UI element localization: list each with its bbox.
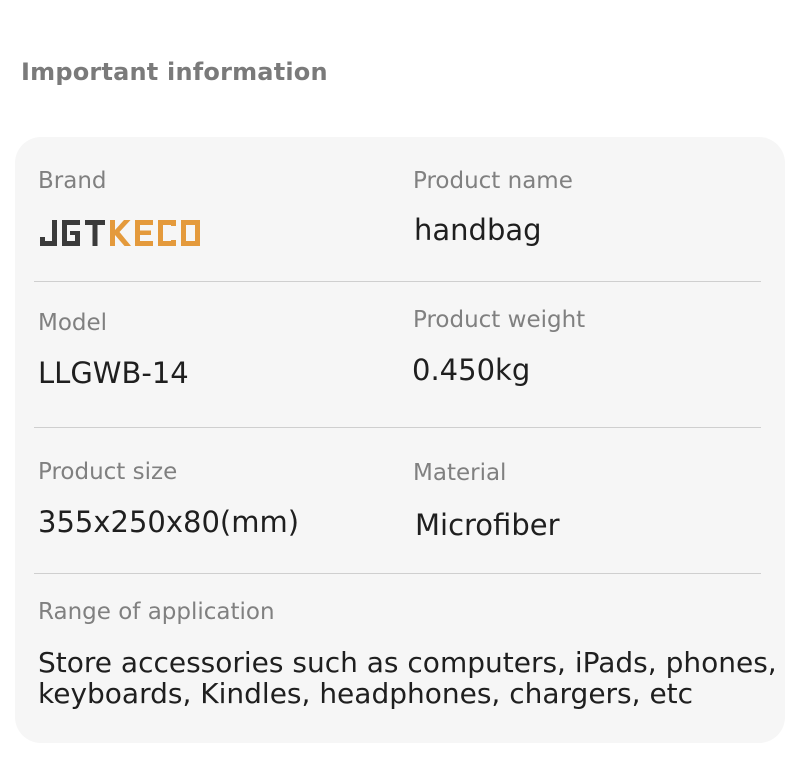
- product-weight-value: 0.450kg: [412, 353, 531, 387]
- model-label: Model: [38, 310, 108, 336]
- product-size-value: 355x250x80(mm): [38, 505, 300, 539]
- row-divider-2: [34, 427, 761, 428]
- model-value: LLGWB-14: [38, 356, 189, 390]
- page-heading: Important information: [21, 58, 328, 86]
- brand-label: Brand: [38, 168, 107, 194]
- product-size-label: Product size: [38, 459, 178, 485]
- row-divider-1: [34, 281, 761, 282]
- material-label: Material: [413, 460, 507, 486]
- range-of-application-label: Range of application: [38, 599, 275, 625]
- range-of-application-value: Store accessories such as computers, iPa…: [38, 646, 777, 710]
- product-name-label: Product name: [413, 168, 573, 194]
- product-weight-label: Product weight: [413, 307, 586, 333]
- product-name-value: handbag: [414, 213, 542, 247]
- row-divider-3: [34, 573, 761, 574]
- material-value: Microfiber: [415, 508, 560, 542]
- brand-logo: [40, 220, 200, 246]
- product-info-page: Important information Brand Product name…: [0, 0, 800, 770]
